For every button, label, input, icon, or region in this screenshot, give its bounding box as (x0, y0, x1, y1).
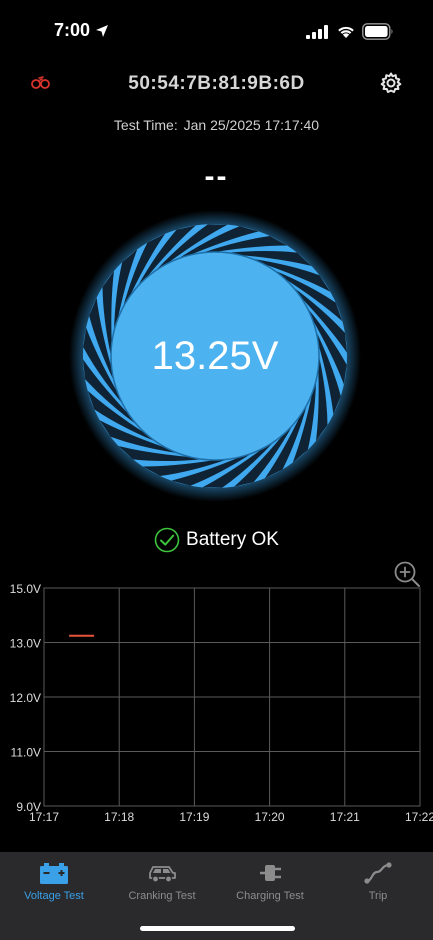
tab-label: Charging Test (236, 890, 304, 902)
result-dash: -- (204, 160, 229, 193)
tab-trip[interactable]: Trip (324, 852, 432, 912)
gear-icon[interactable] (379, 71, 403, 95)
battery-status-label: Battery OK (186, 529, 279, 550)
battery-status: Battery OK (0, 527, 433, 553)
chart-y-tick-label: 11.0V (11, 746, 41, 760)
chart-x-tick-label: 17:22 (405, 810, 433, 824)
location-arrow-icon (96, 25, 108, 37)
chart-x-tick-label: 17:21 (330, 810, 360, 824)
chart-x-tick-label: 17:18 (104, 810, 134, 824)
tab-charging-test[interactable]: Charging Test (216, 852, 324, 912)
tab-label: Trip (368, 890, 388, 902)
app-header: 50:54:7B:81:9B:6D (0, 62, 433, 108)
chart-y-tick-label: 12.0V (10, 691, 41, 705)
car-icon (149, 866, 176, 883)
chart-x-tick-label: 17:19 (179, 810, 209, 824)
tab-cranking-test[interactable]: Cranking Test (108, 852, 216, 912)
status-time: 7:00 (54, 20, 91, 40)
chart-y-tick-label: 13.0V (10, 637, 41, 651)
chart-x-tick-label: 17:20 (255, 810, 285, 824)
plug-icon (260, 865, 281, 881)
wifi-icon (338, 26, 354, 38)
check-circle-icon (154, 527, 180, 553)
chart-x-tick-label: 17:17 (29, 810, 59, 824)
tab-label: Voltage Test (24, 890, 84, 902)
test-time-label: Test Time: (113, 117, 178, 133)
cellular-signal-icon (306, 25, 328, 39)
device-id: 50:54:7B:81:9B:6D (128, 73, 305, 94)
test-time-value: Jan 25/2025 17:17:40 (183, 117, 320, 133)
battery-icon (40, 863, 68, 884)
status-bar: 7:00 (0, 0, 433, 62)
test-time: Test Time: Jan 25/2025 17:17:40 (0, 117, 433, 133)
tab-voltage-test[interactable]: Voltage Test (0, 852, 108, 912)
tab-label: Cranking Test (128, 890, 196, 902)
chart-y-tick-label: 15.0V (10, 582, 41, 596)
home-indicator (140, 926, 295, 931)
voltage-chart: 15.0V13.0V12.0V11.0V9.0V17:17 17:18 17:19 1… (10, 582, 433, 824)
battery-level-icon (362, 23, 393, 40)
route-icon (364, 862, 392, 884)
voltage-value: 13.25V (151, 333, 279, 378)
